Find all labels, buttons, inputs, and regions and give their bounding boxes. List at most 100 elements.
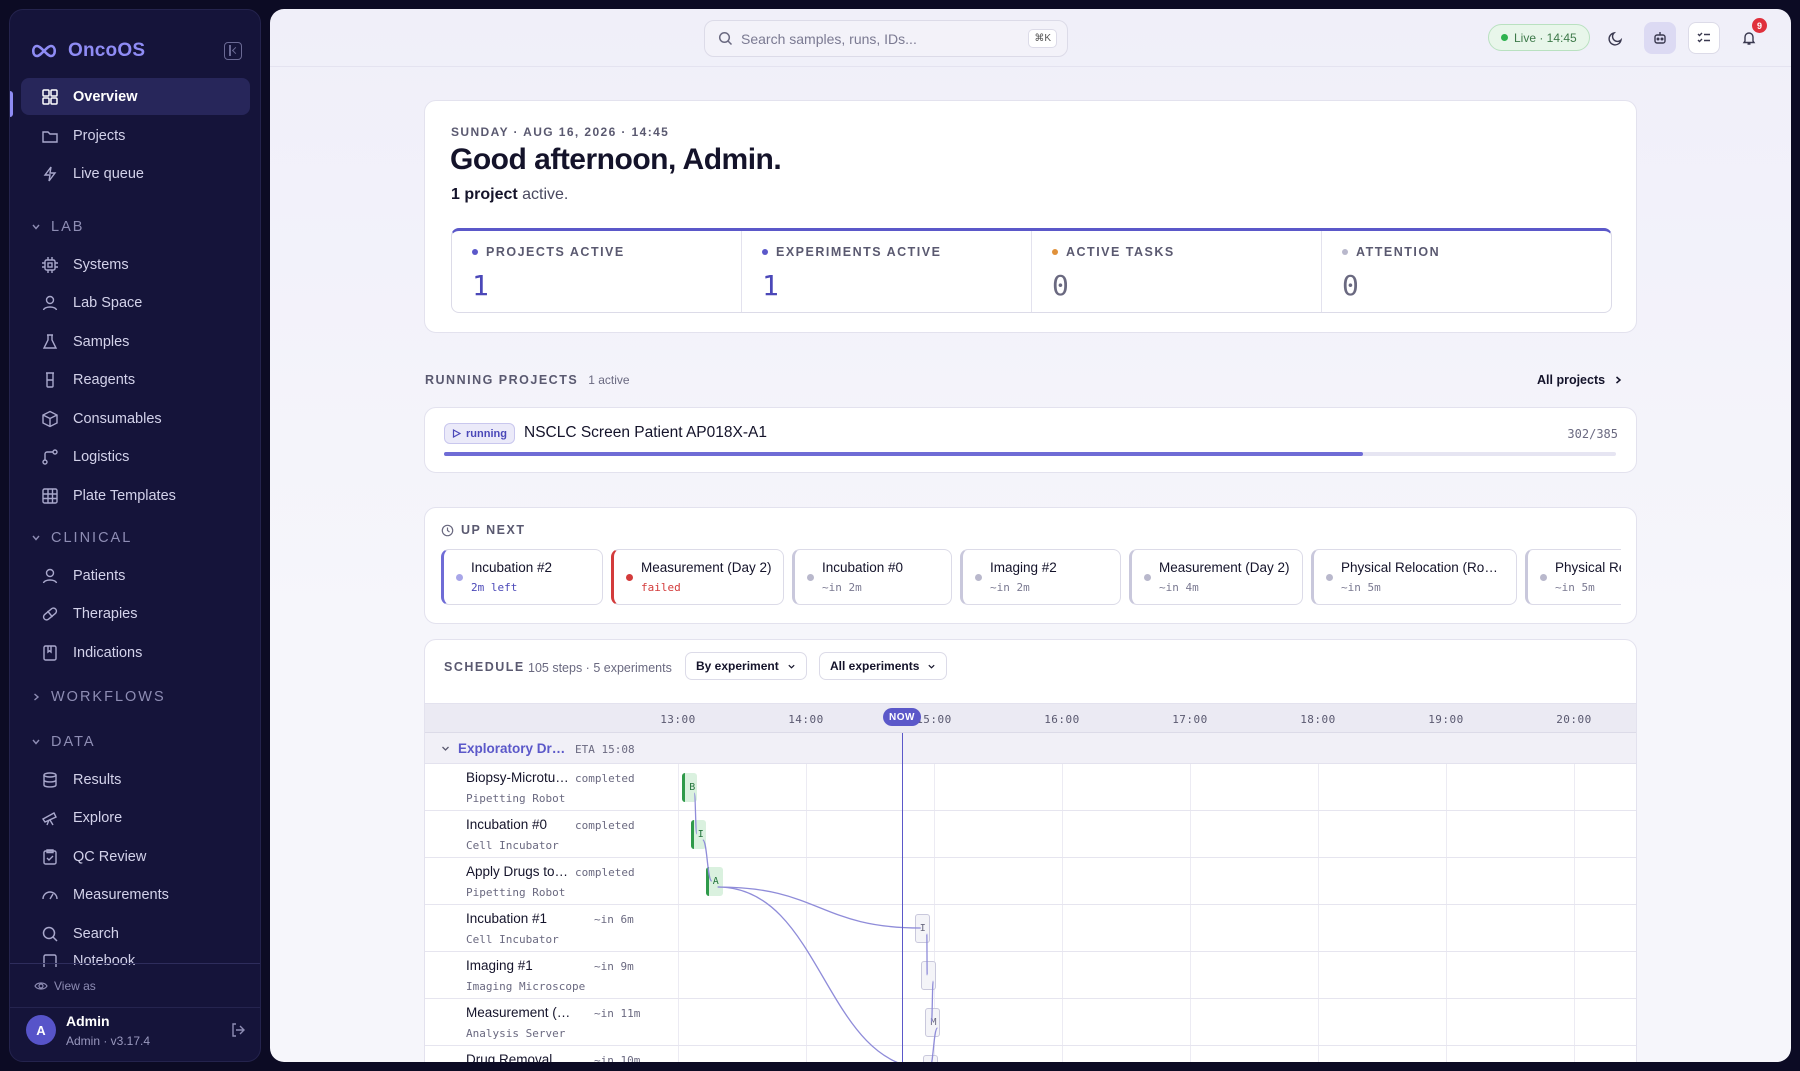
schedule-row[interactable]: Measurement (Day 1) Analysis Server ~in 11… xyxy=(425,999,1636,1046)
lab-space-icon xyxy=(41,294,59,312)
project-count: 1 project xyxy=(451,186,518,203)
user-icon xyxy=(41,567,59,585)
sidebar-divider xyxy=(10,1007,260,1008)
schedule-row[interactable]: Apply Drugs to Plate Pipetting Robot compl… xyxy=(425,858,1636,905)
chevron-right-icon xyxy=(34,693,40,701)
app-name: OncoOS xyxy=(68,40,146,61)
stat-experiments-active[interactable]: EXPERIMENTS ACTIVE 1 xyxy=(742,231,1032,312)
step-name: Incubation #0 xyxy=(466,817,548,832)
schedule-row[interactable]: Imaging #1 Imaging Microscope ~in 9m xyxy=(425,952,1636,999)
theme-toggle-button[interactable] xyxy=(1600,22,1632,54)
stat-value: 0 xyxy=(1342,269,1359,302)
group-by-select[interactable]: By experiment xyxy=(685,652,807,680)
project-card[interactable]: running NSCLC Screen Patient AP018X-A1 3… xyxy=(424,407,1637,473)
up-next-item[interactable]: Imaging #2 ~in 2m xyxy=(960,549,1121,605)
stat-attention[interactable]: ATTENTION 0 xyxy=(1322,231,1611,312)
up-next-item[interactable]: Physical Relocation (Robot) ~in 5m xyxy=(1311,549,1517,605)
up-next-item[interactable]: Incubation #2 2m left xyxy=(441,549,603,605)
live-status-badge[interactable]: Live · 14:45 xyxy=(1488,24,1590,51)
sidebar-item-explore[interactable]: Explore xyxy=(21,799,250,836)
step-bar[interactable]: I xyxy=(690,820,706,849)
sidebar-item-results[interactable]: Results xyxy=(21,761,250,798)
time-tick: 14:00 xyxy=(788,713,824,726)
collapse-sidebar-icon[interactable] xyxy=(224,42,242,60)
sidebar-item-label: Notebook xyxy=(73,953,136,967)
search-input[interactable] xyxy=(741,30,1021,47)
step-status: ~in 6m xyxy=(594,913,634,926)
sidebar-item-live-queue[interactable]: Live queue xyxy=(21,155,250,192)
sidebar-item-search[interactable]: Search xyxy=(21,915,250,952)
up-next-title: UP NEXT xyxy=(461,523,526,537)
sidebar-item-label: Search xyxy=(73,925,119,942)
step-bar[interactable]: M xyxy=(925,1008,941,1037)
sidebar-item-samples[interactable]: Samples xyxy=(21,323,250,360)
experiment-name: Exploratory Drug Screen xyxy=(458,741,566,756)
sidebar-item-patients[interactable]: Patients xyxy=(21,557,250,594)
step-bar[interactable] xyxy=(923,1055,939,1062)
experiment-group-row[interactable]: Exploratory Drug Screen ETA 15:08 xyxy=(425,733,1636,764)
up-next-item[interactable]: Measurement (Day 2) ~in 4m xyxy=(1129,549,1303,605)
tasks-button[interactable] xyxy=(1688,22,1720,54)
notifications-button[interactable]: 9 xyxy=(1733,18,1767,54)
up-next-item[interactable]: Incubation #0 ~in 2m xyxy=(792,549,952,605)
stat-active-tasks[interactable]: ACTIVE TASKS 0 xyxy=(1032,231,1322,312)
section-title: WORKFLOWS xyxy=(51,689,166,705)
assistant-button[interactable] xyxy=(1644,22,1676,54)
sidebar-item-logistics[interactable]: Logistics xyxy=(21,438,250,475)
sidebar-item-measurements[interactable]: Measurements xyxy=(21,876,250,913)
step-status: ~in 10m xyxy=(594,1054,641,1062)
task-subtitle: ~in 2m xyxy=(822,581,862,594)
sidebar-item-reagents[interactable]: Reagents xyxy=(21,361,250,398)
step-bar[interactable]: A xyxy=(705,867,723,896)
schedule-row[interactable]: Biopsy-Microtumor Preparation Pipetting R… xyxy=(425,764,1636,811)
bolt-icon xyxy=(41,165,59,183)
sidebar-item-indications[interactable]: Indications xyxy=(21,634,250,671)
moon-icon xyxy=(1608,31,1623,46)
sidebar-item-notebook[interactable]: Notebook xyxy=(21,953,250,967)
step-bar[interactable]: B xyxy=(682,773,698,802)
sidebar-item-qc-review[interactable]: QC Review xyxy=(21,838,250,875)
clock-icon xyxy=(441,524,454,536)
time-tick: 16:00 xyxy=(1044,713,1080,726)
global-search[interactable]: ⌘K xyxy=(704,20,1068,57)
task-status-dot xyxy=(456,574,463,581)
view-as-button[interactable]: View as xyxy=(34,979,96,993)
sidebar-item-consumables[interactable]: Consumables xyxy=(21,400,250,437)
experiment-filter-select[interactable]: All experiments xyxy=(819,652,948,680)
sidebar-item-overview[interactable]: Overview xyxy=(21,78,250,115)
time-tick: 17:00 xyxy=(1172,713,1208,726)
running-projects-count: 1 active xyxy=(588,373,630,387)
schedule-row[interactable]: Drug RemovalPipetting Robot~in 10m xyxy=(425,1046,1636,1062)
stat-dot xyxy=(1052,249,1058,255)
brand[interactable]: OncoOS xyxy=(30,36,145,66)
user-role-version: Admin · v3.17.4 xyxy=(66,1034,151,1048)
gauge-icon xyxy=(41,886,59,904)
task-subtitle: ~in 4m xyxy=(1159,581,1199,594)
reagent-icon xyxy=(41,371,59,389)
section-clinical[interactable]: CLINICAL xyxy=(31,528,132,548)
schedule-summary: 105 steps · 5 experiments xyxy=(528,661,672,675)
sidebar-item-lab-space[interactable]: Lab Space xyxy=(21,284,250,321)
section-workflows[interactable]: WORKFLOWS xyxy=(31,687,166,707)
schedule-row[interactable]: Incubation #1 Cell Incubator ~in 6m I xyxy=(425,905,1636,952)
user-name: Admin xyxy=(66,1013,110,1029)
up-next-item[interactable]: Physical Relocation ~in 5m xyxy=(1525,549,1621,605)
step-status: completed xyxy=(575,866,635,879)
avatar[interactable]: A xyxy=(26,1015,56,1045)
sidebar-item-projects[interactable]: Projects xyxy=(21,117,250,154)
sidebar-item-therapies[interactable]: Therapies xyxy=(21,595,250,632)
logout-icon[interactable] xyxy=(230,1022,246,1038)
sidebar-item-plate-templates[interactable]: Plate Templates xyxy=(21,477,250,514)
all-projects-link[interactable]: All projects xyxy=(1537,373,1623,387)
up-next-item[interactable]: Measurement (Day 2) failed xyxy=(611,549,784,605)
greeting-title: Good afternoon, Admin. xyxy=(450,143,782,176)
step-bar[interactable]: I xyxy=(914,914,930,943)
sidebar-item-systems[interactable]: Systems xyxy=(21,246,250,283)
stat-projects-active[interactable]: PROJECTS ACTIVE 1 xyxy=(452,231,742,312)
step-bar[interactable] xyxy=(921,961,937,990)
task-status-dot xyxy=(1326,574,1333,581)
bell-icon xyxy=(1742,32,1756,45)
section-data[interactable]: DATA xyxy=(31,732,96,752)
schedule-row[interactable]: Incubation #0 Cell Incubator completed I xyxy=(425,811,1636,858)
section-lab[interactable]: LAB xyxy=(31,217,84,237)
